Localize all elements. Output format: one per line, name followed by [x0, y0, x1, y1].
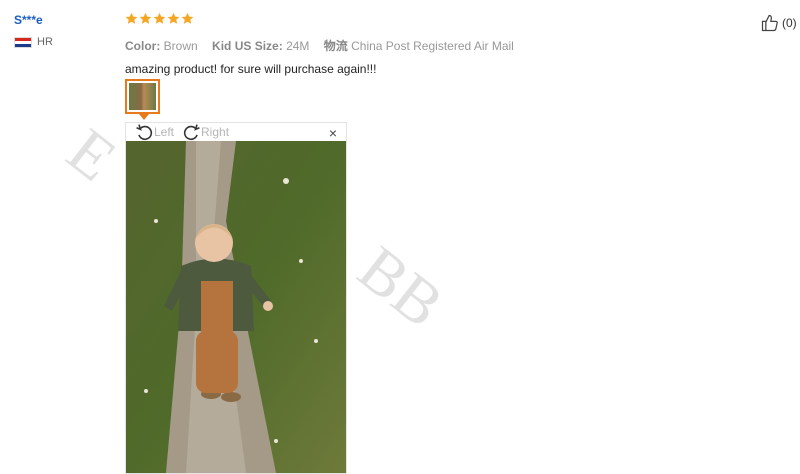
star-icon	[125, 12, 138, 24]
child-on-path-photo	[126, 141, 346, 473]
star-icon	[139, 12, 152, 24]
helpful-like-button[interactable]: (0)	[760, 13, 797, 33]
thumbnail-pointer	[139, 114, 149, 120]
rotate-left-icon	[136, 123, 153, 140]
viewer-toolbar: Left Right ×	[126, 123, 346, 141]
thumbnail-image	[129, 83, 156, 110]
photo-viewer: Left Right ×	[125, 122, 347, 474]
attribute-shipping: 物流 China Post Registered Air Mail	[323, 39, 514, 53]
country-code: HR	[37, 36, 53, 48]
thumbs-up-icon	[761, 14, 778, 32]
star-rating	[125, 12, 745, 28]
star-icon	[153, 12, 166, 24]
star-icon	[167, 12, 180, 24]
like-count: (0)	[782, 16, 797, 30]
review-photo-thumbnail[interactable]	[125, 79, 160, 114]
review-body: Color: Brown Kid US Size: 24M 物流 China P…	[125, 12, 745, 76]
close-viewer-button[interactable]: ×	[329, 125, 337, 141]
rotate-left-button[interactable]: Left	[135, 123, 174, 142]
attribute-size: Kid US Size: 24M	[212, 39, 310, 53]
review-text: amazing product! for sure will purchase …	[125, 62, 377, 76]
reviewer-info: S***e HR	[14, 13, 53, 48]
rotate-right-button[interactable]: Right	[182, 123, 229, 142]
review-photo	[126, 141, 346, 473]
watermark-left: E	[54, 114, 130, 195]
attribute-color: Color: Brown	[125, 39, 198, 53]
croatia-flag-icon	[14, 36, 32, 48]
star-icon	[181, 12, 194, 24]
reviewer-name[interactable]: S***e	[14, 13, 53, 27]
rotate-right-icon	[183, 123, 200, 140]
order-attributes: Color: Brown Kid US Size: 24M 物流 China P…	[125, 37, 745, 54]
reviewer-country: HR	[14, 36, 53, 48]
watermark-right: BB	[345, 232, 457, 341]
